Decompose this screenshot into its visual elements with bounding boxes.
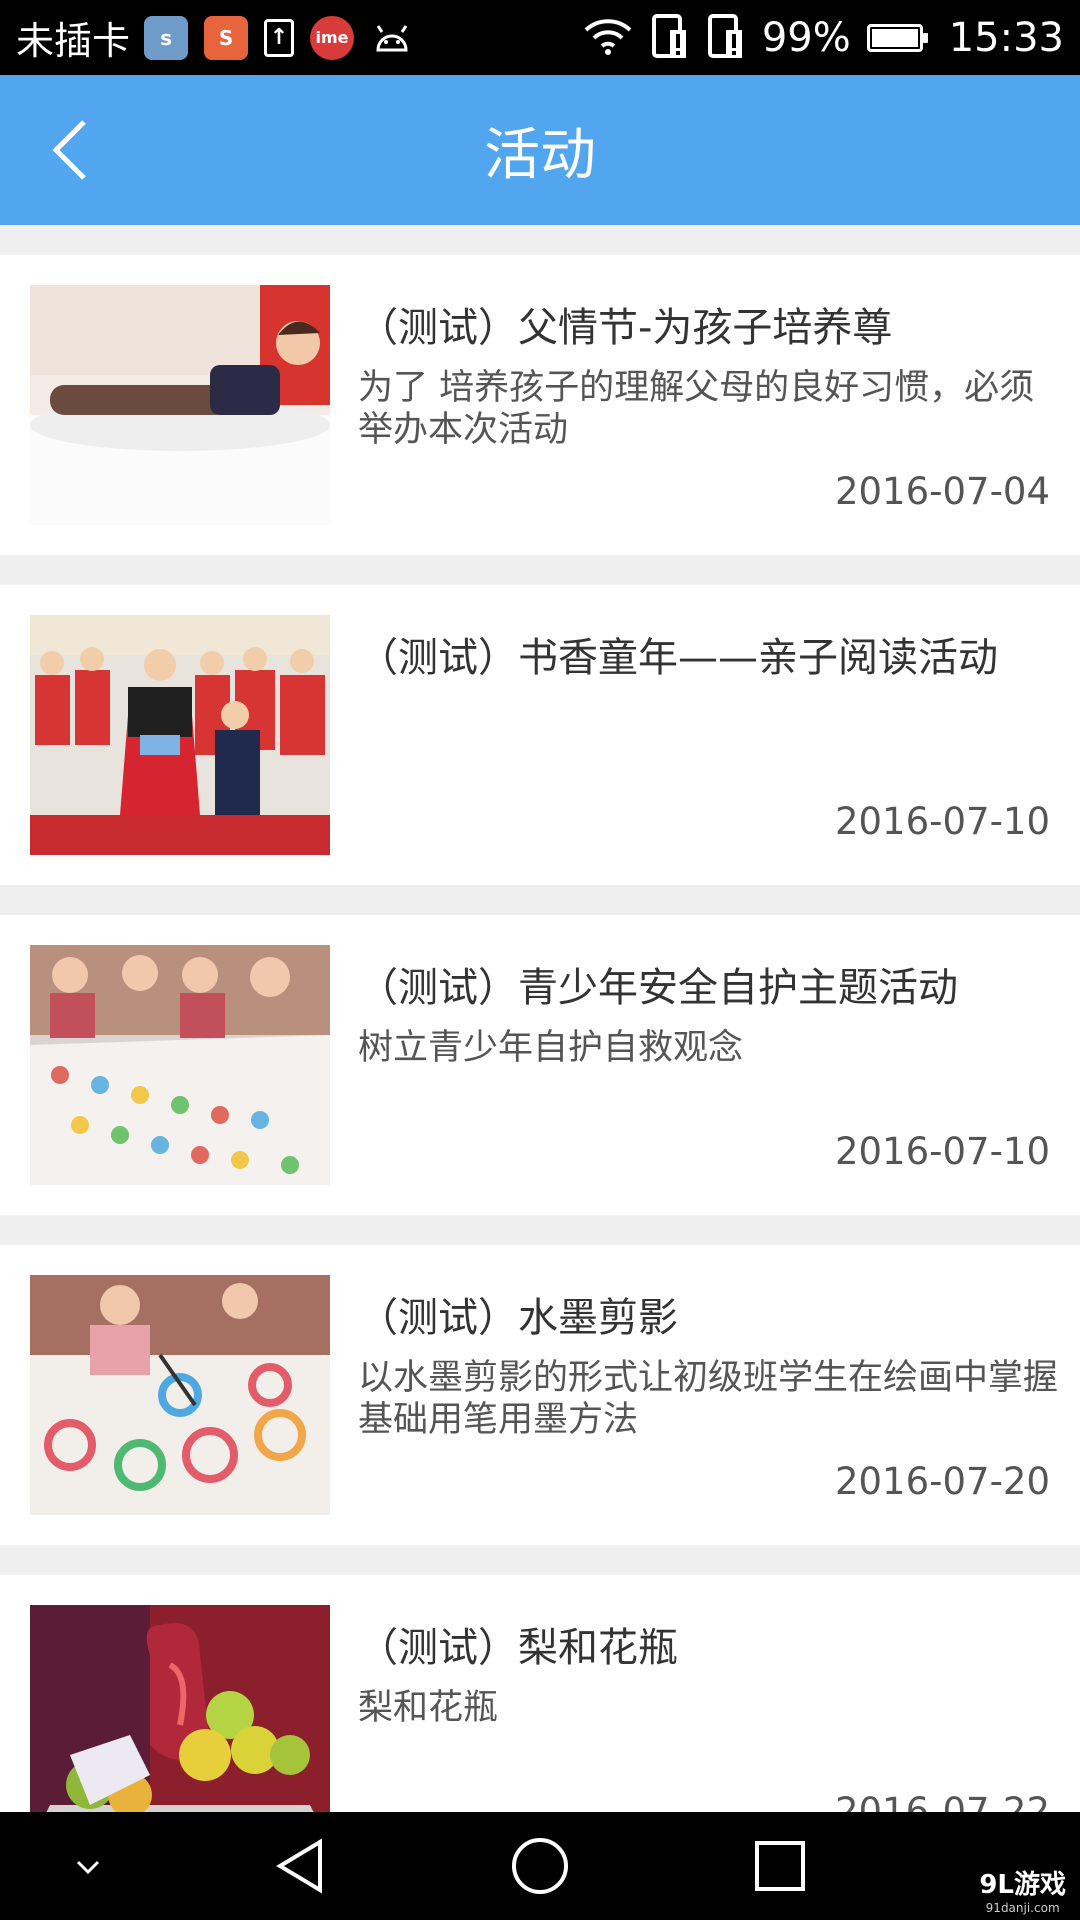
browser-icon: s (144, 15, 189, 60)
upload-icon: ↑ (264, 18, 295, 57)
wifi-icon (582, 16, 634, 60)
nav-recents-button[interactable] (750, 1836, 810, 1896)
battery-percent: 99% (761, 14, 851, 61)
activity-card[interactable]: （测试）青少年安全自护主题活动 树立青少年自护自救观念 2016-07-10 (0, 915, 1080, 1215)
carrier-label: 未插卡 (16, 19, 131, 63)
activity-date: 2016-07-10 (834, 1130, 1050, 1173)
sim2-alert-icon (706, 12, 746, 64)
battery-charging-icon (866, 23, 928, 52)
nav-back-button[interactable] (270, 1836, 330, 1896)
activity-title: （测试）书香童年——亲子阅读活动 (358, 635, 998, 681)
chevron-down-icon (76, 1860, 100, 1875)
activity-thumbnail (30, 945, 330, 1185)
activity-description: 树立青少年自护自救观念 (358, 1028, 744, 1068)
activity-thumbnail (30, 285, 330, 525)
back-triangle-icon (276, 1838, 322, 1894)
nav-home-button[interactable] (510, 1836, 570, 1896)
activity-list[interactable]: （测试）父情节-为孩子培养尊 为了 培养孩子的理解父母的良好习惯，必须举办本次活… (0, 225, 1080, 1812)
hide-nav-button[interactable] (58, 1836, 118, 1896)
activity-description: 为了 培养孩子的理解父母的良好习惯，必须举办本次活动 (358, 368, 1035, 450)
sim1-alert-icon (650, 12, 690, 64)
activity-date: 2016-07-22 (834, 1790, 1050, 1812)
activity-title: （测试）青少年安全自护主题活动 (358, 965, 958, 1011)
page-title: 活动 (484, 122, 596, 188)
status-bar: 未插卡 s S ↑ ime 99% 15:33 (0, 0, 1080, 75)
activity-card[interactable]: （测试）父情节-为孩子培养尊 为了 培养孩子的理解父母的良好习惯，必须举办本次活… (0, 255, 1080, 555)
activity-card[interactable]: （测试）梨和花瓶 梨和花瓶 2016-07-22 (0, 1575, 1080, 1812)
activity-title: （测试）水墨剪影 (358, 1295, 678, 1341)
activity-description: 以水墨剪影的形式让初级班学生在绘画中掌握基础用笔用墨方法 (358, 1358, 1059, 1440)
clock: 15:33 (948, 14, 1064, 61)
activity-date: 2016-07-04 (834, 470, 1050, 513)
activity-thumbnail (30, 1275, 330, 1515)
ime-icon: ime (310, 15, 355, 60)
activity-date: 2016-07-20 (834, 1460, 1050, 1503)
watermark: 9L游戏 91danji.com (979, 1864, 1066, 1915)
activity-date: 2016-07-10 (834, 800, 1050, 843)
recents-square-icon (755, 1841, 805, 1891)
home-circle-icon (512, 1838, 568, 1894)
activity-card[interactable]: （测试）水墨剪影 以水墨剪影的形式让初级班学生在绘画中掌握基础用笔用墨方法 20… (0, 1245, 1080, 1545)
activity-thumbnail (30, 1605, 330, 1812)
watermark-url: 91danji.com (985, 1901, 1060, 1915)
watermark-brand: 9L游戏 (979, 1870, 1066, 1900)
activity-title: （测试）父情节-为孩子培养尊 (358, 305, 893, 351)
android-icon (370, 16, 414, 60)
activity-description: 梨和花瓶 (358, 1688, 499, 1728)
activity-thumbnail (30, 615, 330, 855)
sogou-icon: S (204, 15, 249, 60)
activity-card[interactable]: （测试）书香童年——亲子阅读活动 2016-07-10 (0, 585, 1080, 885)
app-bar: 活动 (0, 75, 1080, 225)
system-nav-bar: 9L游戏 91danji.com (0, 1812, 1080, 1920)
activity-title: （测试）梨和花瓶 (358, 1625, 678, 1671)
